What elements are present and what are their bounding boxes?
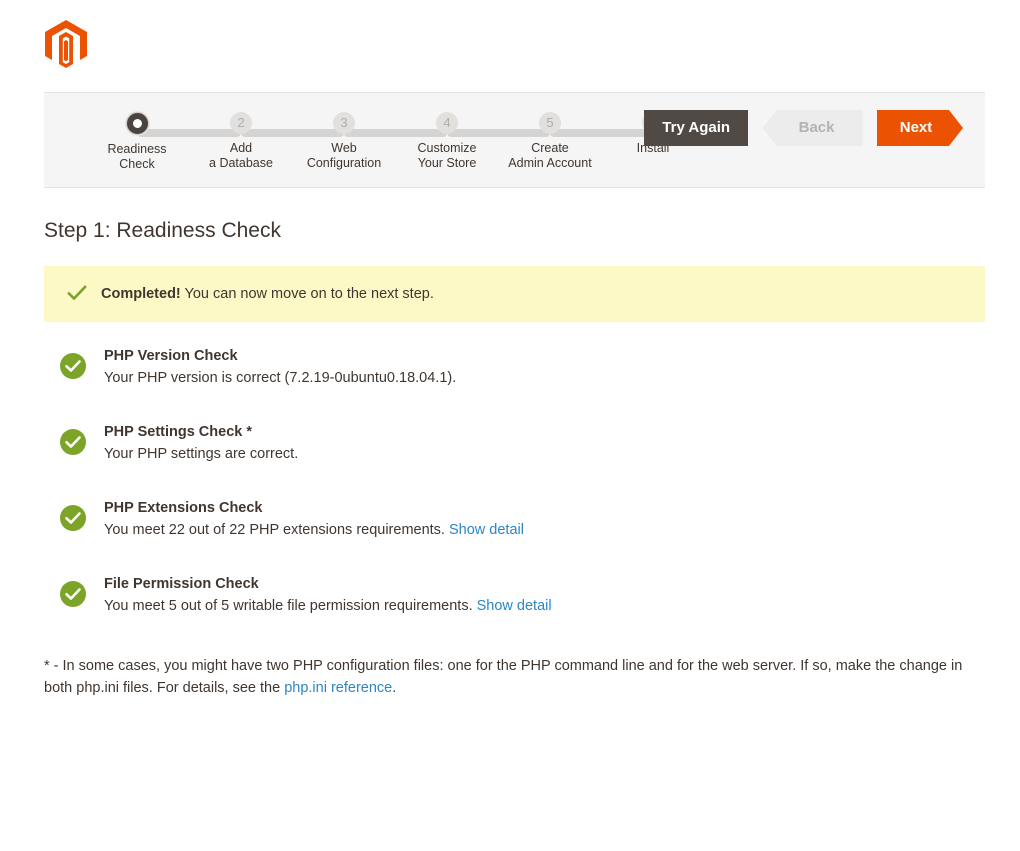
step-progress-bar: Readiness Check 2 Add a Database 3 Web C… bbox=[85, 112, 675, 172]
step-add-a-database[interactable]: 2 Add a Database bbox=[189, 112, 293, 171]
step-readiness-check[interactable]: Readiness Check bbox=[85, 112, 189, 172]
completion-banner: Completed! You can now move on to the ne… bbox=[44, 266, 985, 322]
next-button[interactable]: Next bbox=[877, 110, 963, 146]
back-button[interactable]: Back bbox=[763, 110, 863, 146]
page-title: Step 1: Readiness Check bbox=[44, 219, 281, 243]
check-mark-icon bbox=[66, 282, 88, 304]
check-description-text: You meet 5 out of 5 writable file permis… bbox=[104, 598, 477, 614]
step-bullet-5: 5 bbox=[539, 112, 561, 134]
step-bullet-3: 3 bbox=[333, 112, 355, 134]
check-description-text: Your PHP settings are correct. bbox=[104, 446, 298, 462]
completion-banner-strong: Completed! bbox=[101, 286, 181, 302]
completion-banner-text: Completed! You can now move on to the ne… bbox=[101, 266, 434, 322]
wizard-nav-panel: Readiness Check 2 Add a Database 3 Web C… bbox=[44, 92, 985, 188]
footnote-text-after: . bbox=[392, 680, 396, 696]
show-detail-link[interactable]: Show detail bbox=[477, 598, 552, 614]
check-item-php-version: PHP Version Check Your PHP version is co… bbox=[60, 346, 960, 396]
check-title: PHP Version Check bbox=[104, 346, 960, 366]
wizard-button-group: Try Again Back Next bbox=[644, 110, 963, 146]
success-check-icon bbox=[60, 429, 86, 455]
completion-banner-rest: You can now move on to the next step. bbox=[181, 286, 434, 302]
step-label-4: Customize Your Store bbox=[395, 141, 499, 171]
check-description: You meet 22 out of 22 PHP extensions req… bbox=[104, 520, 960, 540]
check-description: Your PHP version is correct (7.2.19-0ubu… bbox=[104, 368, 960, 388]
step-bullet-2: 2 bbox=[230, 112, 252, 134]
check-title: PHP Extensions Check bbox=[104, 498, 960, 518]
step-web-configuration[interactable]: 3 Web Configuration bbox=[292, 112, 396, 171]
check-description-text: Your PHP version is correct (7.2.19-0ubu… bbox=[104, 370, 456, 386]
check-item-file-permission: File Permission Check You meet 5 out of … bbox=[60, 574, 960, 624]
check-description: You meet 5 out of 5 writable file permis… bbox=[104, 596, 960, 616]
footnote-text-before: * - In some cases, you might have two PH… bbox=[44, 658, 962, 696]
success-check-icon bbox=[60, 581, 86, 607]
step-label-1: Readiness Check bbox=[85, 142, 189, 172]
step-label-2: Add a Database bbox=[189, 141, 293, 171]
readiness-check-list: PHP Version Check Your PHP version is co… bbox=[60, 346, 960, 650]
php-ini-reference-link[interactable]: php.ini reference bbox=[284, 680, 392, 696]
check-item-php-extensions: PHP Extensions Check You meet 22 out of … bbox=[60, 498, 960, 548]
success-check-icon bbox=[60, 505, 86, 531]
check-description: Your PHP settings are correct. bbox=[104, 444, 960, 464]
step-create-admin-account[interactable]: 5 Create Admin Account bbox=[498, 112, 602, 171]
step-bullet-4: 4 bbox=[436, 112, 458, 134]
check-title: File Permission Check bbox=[104, 574, 960, 594]
installer-page: Readiness Check 2 Add a Database 3 Web C… bbox=[0, 0, 1020, 851]
check-title: PHP Settings Check * bbox=[104, 422, 960, 442]
success-check-icon bbox=[60, 353, 86, 379]
step-label-3: Web Configuration bbox=[292, 141, 396, 171]
step-bullet-1 bbox=[126, 112, 149, 135]
check-description-text: You meet 22 out of 22 PHP extensions req… bbox=[104, 522, 449, 538]
show-detail-link[interactable]: Show detail bbox=[449, 522, 524, 538]
step-label-5: Create Admin Account bbox=[498, 141, 602, 171]
magento-logo-icon bbox=[44, 20, 88, 68]
php-ini-footnote: * - In some cases, you might have two PH… bbox=[44, 655, 986, 699]
step-customize-your-store[interactable]: 4 Customize Your Store bbox=[395, 112, 499, 171]
try-again-button[interactable]: Try Again bbox=[644, 110, 748, 146]
check-item-php-settings: PHP Settings Check * Your PHP settings a… bbox=[60, 422, 960, 472]
